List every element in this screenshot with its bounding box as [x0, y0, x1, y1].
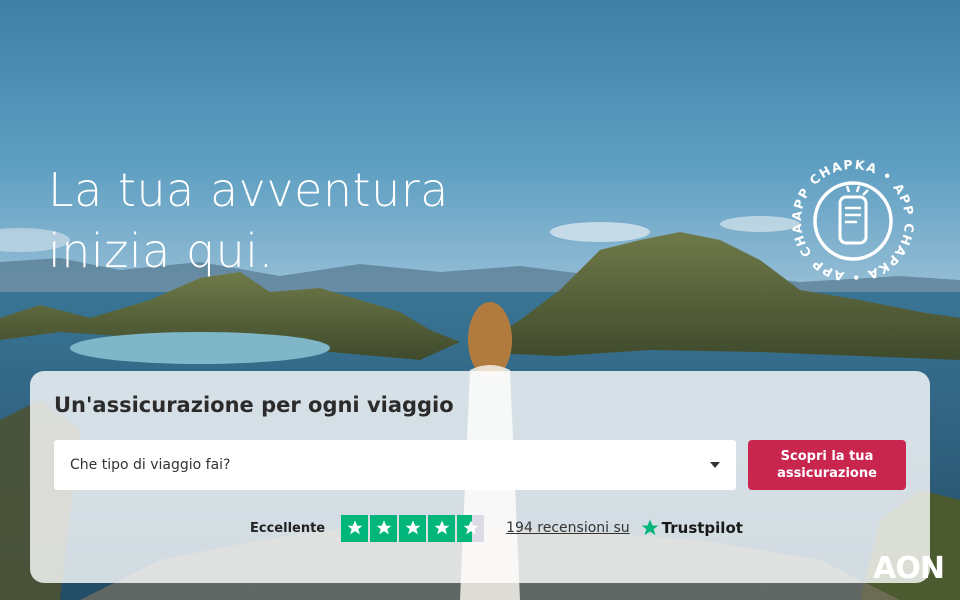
trustpilot-stars: [341, 514, 485, 542]
trustpilot-rating-label: Eccellente: [250, 520, 326, 536]
hero-headline: La tua avventura inizia qui.: [48, 160, 449, 282]
card-title: Un'assicurazione per ogni viaggio: [54, 393, 454, 417]
chevron-down-icon: [710, 462, 720, 468]
app-chapka-badge[interactable]: APP CHAPKA • APP CHAPKA • APP CHAPKA •: [782, 144, 918, 286]
svg-text:APP CHAPKA • APP CHAPKA • APP: APP CHAPKA • APP CHAPKA • APP CHAPKA •: [788, 156, 917, 285]
aon-logo: AON: [873, 551, 945, 586]
star-icon: [428, 514, 456, 542]
headline-line-1: La tua avventura: [48, 163, 449, 217]
trip-type-placeholder: Che tipo di viaggio fai?: [70, 457, 231, 473]
trustpilot-widget[interactable]: Eccellente 194 recensioni su Trustpilot: [250, 514, 743, 542]
badge-ring-text: APP CHAPKA • APP CHAPKA • APP CHAPKA •: [782, 144, 915, 285]
trustpilot-star-icon: [641, 519, 659, 536]
headline-line-2: inizia qui.: [48, 224, 274, 278]
half-star-icon: [457, 514, 485, 542]
phone-icon: [838, 185, 869, 245]
trip-type-select[interactable]: Che tipo di viaggio fai?: [54, 440, 736, 490]
discover-insurance-button[interactable]: Scopri la tua assicurazione: [748, 440, 906, 490]
app-badge-graphic: APP CHAPKA • APP CHAPKA • APP CHAPKA •: [782, 144, 917, 285]
star-icon: [341, 514, 369, 542]
trustpilot-brand-text: Trustpilot: [661, 519, 743, 537]
trustpilot-reviews-link[interactable]: 194 recensioni su: [506, 520, 630, 536]
trustpilot-logo[interactable]: Trustpilot: [640, 518, 743, 538]
star-icon: [370, 514, 398, 542]
star-icon: [399, 514, 427, 542]
insurance-search-card: Un'assicurazione per ogni viaggio Che ti…: [30, 371, 930, 583]
